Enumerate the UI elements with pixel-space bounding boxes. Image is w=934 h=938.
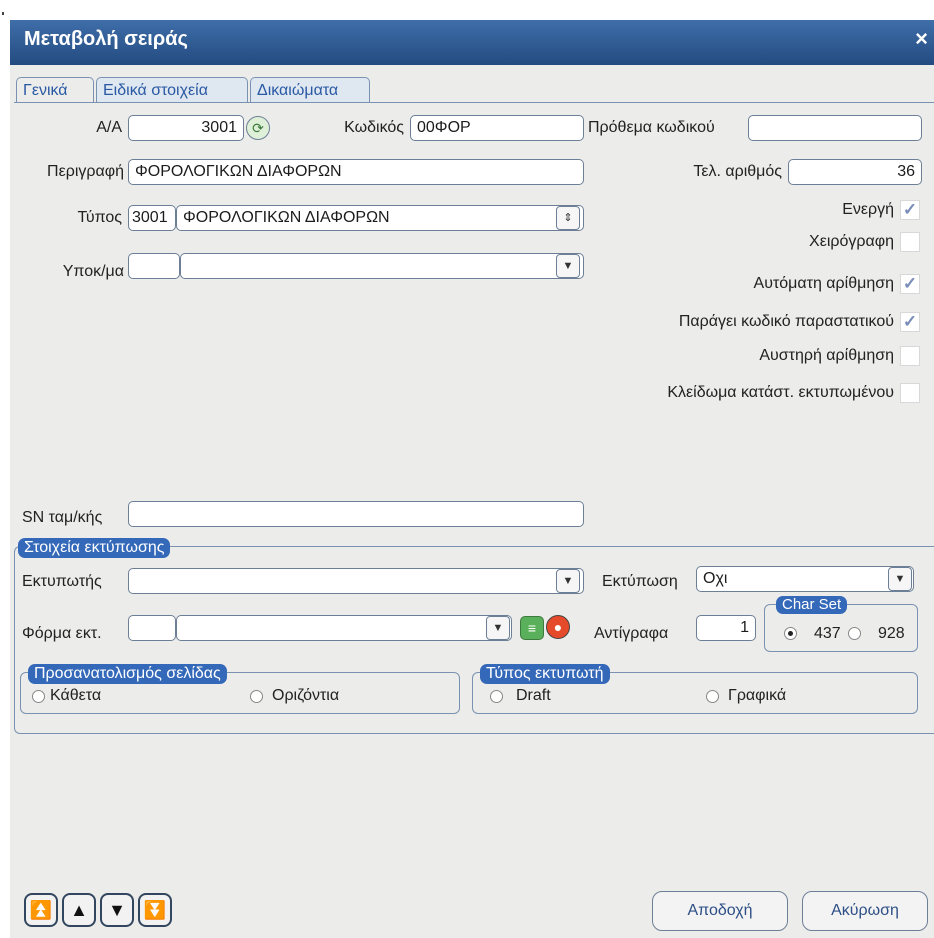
branch-label: Υποκ/μα — [62, 263, 124, 280]
lock-printed-label: Κλείδωμα κατάστ. εκτυπωμένου — [667, 384, 894, 401]
active-label: Ενεργή — [842, 201, 894, 218]
sn-label: SN ταμ/κής — [22, 509, 103, 526]
close-icon[interactable]: × — [915, 26, 928, 52]
print-mode-field[interactable]: Οχι — [696, 566, 914, 592]
manual-checkbox[interactable] — [900, 232, 920, 252]
type-label: Τύπος — [77, 209, 122, 226]
printer-label: Εκτυπωτής — [22, 573, 102, 590]
aa-label: Α/Α — [96, 119, 122, 136]
charset-928-label: 928 — [878, 625, 905, 642]
form-list-icon[interactable]: ≡ — [520, 616, 544, 640]
printer-field[interactable] — [128, 568, 584, 594]
charset-title: Char Set — [776, 596, 848, 614]
printer-type-draft-label: Draft — [516, 687, 551, 704]
tab-divider — [14, 102, 934, 103]
charset-928-radio[interactable] — [848, 627, 861, 640]
prefix-label: Πρόθεμα κωδικού — [588, 119, 715, 136]
branch-code-field[interactable] — [128, 253, 180, 279]
title-bar: Μεταβολή σειράς × — [10, 20, 934, 65]
printer-type-title: Τύπος εκτυπωτή — [480, 664, 610, 684]
form-field[interactable] — [176, 615, 512, 641]
produce-code-checkbox[interactable]: ✓ — [900, 312, 920, 332]
last-number-field[interactable]: 36 — [788, 159, 922, 185]
code-label: Κωδικός — [344, 119, 404, 136]
orientation-title: Προσανατολισμός σελίδας — [28, 664, 227, 684]
branch-field[interactable] — [180, 253, 584, 279]
prev-record-button[interactable]: ▲ — [62, 893, 96, 927]
form-code-field[interactable] — [128, 615, 176, 641]
printer-dropdown-icon[interactable]: ▼ — [556, 569, 580, 593]
branch-dropdown-icon[interactable]: ▼ — [556, 254, 580, 278]
type-code-field[interactable]: 3001 — [128, 205, 176, 231]
strict-numbering-checkbox[interactable] — [900, 346, 920, 366]
produce-code-label: Παράγει κωδικό παραστατικού — [678, 313, 894, 330]
manual-label: Χειρόγραφη — [809, 233, 894, 250]
form-dropdown-icon[interactable]: ▼ — [486, 616, 510, 640]
printer-type-graphics-label: Γραφικά — [728, 687, 787, 704]
window-edge-marker — [2, 12, 4, 15]
form-label: Φόρμα εκτ. — [22, 625, 102, 642]
window-title: Μεταβολή σειράς — [24, 28, 188, 50]
print-group-title: Στοιχεία εκτύπωσης — [18, 538, 171, 558]
copies-field[interactable]: 1 — [696, 615, 756, 641]
accept-button[interactable]: Αποδοχή — [652, 891, 788, 931]
copies-label: Αντίγραφα — [594, 625, 669, 642]
strict-numbering-label: Αυστηρή αρίθμηση — [759, 347, 894, 364]
first-record-button[interactable]: ⏫ — [24, 893, 58, 927]
refresh-icon[interactable]: ⟳ — [246, 116, 270, 140]
prefix-field[interactable] — [748, 115, 922, 141]
tab-special-data[interactable]: Ειδικά στοιχεία — [96, 77, 248, 103]
aa-field[interactable]: 3001 — [128, 115, 244, 141]
print-mode-label: Εκτύπωση — [602, 573, 678, 590]
cancel-button[interactable]: Ακύρωση — [802, 891, 928, 931]
description-field[interactable]: ΦΟΡΟΛΟΓΙΚΩΝ ΔΙΑΦΟΡΩΝ — [128, 159, 584, 185]
auto-numbering-checkbox[interactable]: ✓ — [900, 274, 920, 294]
next-record-button[interactable]: ▼ — [100, 893, 134, 927]
last-number-label: Τελ. αριθμός — [693, 163, 782, 180]
orientation-landscape-label: Οριζόντια — [272, 687, 340, 704]
sn-field[interactable] — [128, 501, 584, 527]
active-checkbox[interactable]: ✓ — [900, 200, 920, 220]
last-record-button[interactable]: ⏬ — [138, 893, 172, 927]
print-mode-dropdown-icon[interactable]: ▼ — [888, 567, 912, 591]
tab-general[interactable]: Γενικά — [16, 77, 94, 103]
lock-printed-checkbox[interactable] — [900, 383, 920, 403]
printer-type-draft-radio[interactable] — [490, 690, 503, 703]
tab-permissions[interactable]: Δικαιώματα — [250, 77, 370, 103]
charset-437-label: 437 — [814, 625, 841, 642]
orientation-portrait-radio[interactable] — [32, 690, 45, 703]
type-field[interactable]: ΦΟΡΟΛΟΓΙΚΩΝ ΔΙΑΦΟΡΩΝ — [176, 205, 584, 231]
type-spin-icon[interactable]: ⇕ — [556, 206, 580, 230]
code-field[interactable]: 00ΦΟΡ — [410, 115, 584, 141]
orientation-portrait-label: Κάθετα — [50, 687, 102, 704]
auto-numbering-label: Αυτόματη αρίθμηση — [753, 275, 894, 292]
orientation-landscape-radio[interactable] — [250, 690, 263, 703]
description-label: Περιγραφή — [47, 163, 124, 180]
charset-437-radio[interactable] — [784, 627, 797, 640]
printer-type-graphics-radio[interactable] — [706, 690, 719, 703]
form-design-icon[interactable]: ● — [546, 615, 570, 639]
